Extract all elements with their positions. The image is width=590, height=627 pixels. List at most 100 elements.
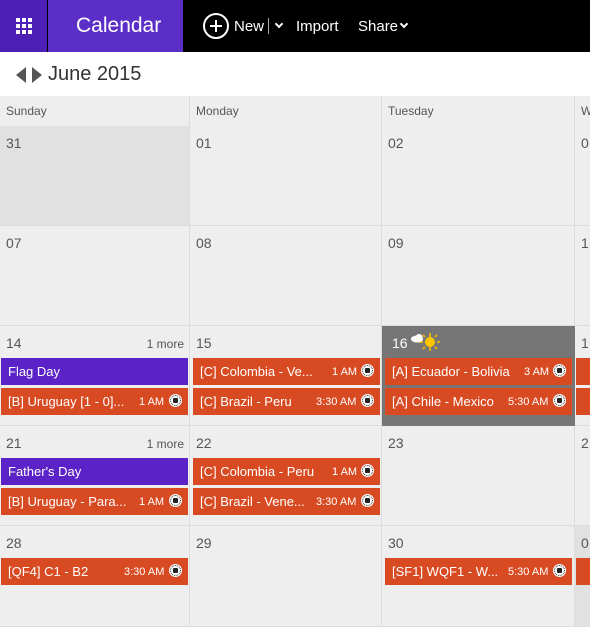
- previous-month-icon[interactable]: [16, 67, 26, 83]
- day-cell[interactable]: 07: [0, 226, 190, 326]
- soccer-ball-icon: [553, 364, 566, 377]
- day-cell[interactable]: 2: [575, 426, 590, 526]
- sun-cloud-icon: [411, 333, 440, 351]
- event-title: [C] Colombia - Peru: [200, 464, 315, 479]
- today-day-number: 16: [392, 335, 408, 351]
- app-title[interactable]: Calendar: [48, 0, 183, 52]
- soccer-ball-icon: [361, 394, 374, 407]
- chevron-down-icon: [399, 19, 409, 29]
- weekday-header-sunday: Sunday: [0, 96, 190, 126]
- day-number: 31: [6, 135, 22, 151]
- event-cut-off[interactable]: [576, 558, 590, 585]
- plus-circle-icon: [203, 13, 229, 39]
- waffle-grid-icon: [15, 18, 32, 34]
- day-number: 15: [196, 335, 212, 351]
- event-time: 1 AM: [332, 366, 358, 378]
- app-launcher-button[interactable]: [0, 0, 47, 52]
- soccer-ball-icon: [361, 494, 374, 507]
- day-number: 09: [388, 235, 404, 251]
- more-events-link[interactable]: 1 more: [147, 437, 184, 451]
- new-label: New: [234, 17, 265, 35]
- day-number: 21: [6, 435, 22, 451]
- day-number: 2: [581, 435, 589, 451]
- event-chile-mexico[interactable]: [A] Chile - Mexico 5:30 AM: [385, 388, 572, 415]
- event-time: 1 AM: [332, 466, 358, 478]
- event-time: 3:30 AM: [316, 396, 357, 408]
- event-ecuador-bolivia[interactable]: [A] Ecuador - Bolivia 3 AM: [385, 358, 572, 385]
- soccer-ball-icon: [169, 494, 182, 507]
- more-events-link[interactable]: 1 more: [147, 337, 184, 351]
- event-colombia-peru[interactable]: [C] Colombia - Peru 1 AM: [193, 458, 380, 485]
- event-title: [B] Uruguay [1 - 0]...: [8, 394, 125, 409]
- top-bar: Calendar New Import Share: [0, 0, 590, 52]
- event-title: [C] Colombia - Ve...: [200, 364, 313, 379]
- event-title: [C] Brazil - Vene...: [200, 494, 305, 509]
- event-time: 3 AM: [524, 366, 550, 378]
- month-title[interactable]: June 2015: [48, 63, 141, 86]
- day-number: 23: [388, 435, 404, 451]
- event-cut-off[interactable]: [576, 358, 590, 385]
- event-title: Father's Day: [8, 464, 82, 479]
- event-time: 3:30 AM: [316, 496, 357, 508]
- month-grid: Sunday Monday Tuesday W 31 01 02 0 07 08…: [0, 96, 590, 627]
- event-brazil-peru[interactable]: [C] Brazil - Peru 3:30 AM: [193, 388, 380, 415]
- soccer-ball-icon: [553, 564, 566, 577]
- day-cell[interactable]: 31: [0, 126, 190, 226]
- day-cell[interactable]: 29: [190, 526, 382, 627]
- day-cell[interactable]: 01: [190, 126, 382, 226]
- day-number: 02: [388, 135, 404, 151]
- event-time: 3:30 AM: [124, 566, 165, 578]
- day-cell[interactable]: 09: [382, 226, 575, 326]
- day-number: 0: [581, 535, 589, 551]
- import-label: Import: [296, 17, 339, 35]
- day-cell[interactable]: 08: [190, 226, 382, 326]
- soccer-ball-icon: [361, 464, 374, 477]
- day-cell[interactable]: 0: [575, 126, 590, 226]
- event-title: [C] Brazil - Peru: [200, 394, 292, 409]
- event-qf4[interactable]: [QF4] C1 - B2 3:30 AM: [1, 558, 188, 585]
- soccer-ball-icon: [169, 394, 182, 407]
- event-uruguay-1[interactable]: [B] Uruguay [1 - 0]... 1 AM: [1, 388, 188, 415]
- event-colombia-venezuela[interactable]: [C] Colombia - Ve... 1 AM: [193, 358, 380, 385]
- event-title: [A] Ecuador - Bolivia: [392, 364, 510, 379]
- event-time: 5:30 AM: [508, 566, 549, 578]
- new-button[interactable]: New: [203, 0, 284, 52]
- event-sf1[interactable]: [SF1] WQF1 - W... 5:30 AM: [385, 558, 572, 585]
- day-cell[interactable]: 23: [382, 426, 575, 526]
- chevron-down-icon[interactable]: [274, 19, 284, 29]
- day-number: 0: [581, 135, 589, 151]
- event-fathers-day[interactable]: Father's Day: [1, 458, 188, 485]
- event-title: [B] Uruguay - Para...: [8, 494, 127, 509]
- day-number: 01: [196, 135, 212, 151]
- event-flag-day[interactable]: Flag Day: [1, 358, 188, 385]
- day-cell[interactable]: 1: [575, 226, 590, 326]
- soccer-ball-icon: [361, 364, 374, 377]
- share-label: Share: [358, 17, 399, 35]
- event-title: [SF1] WQF1 - W...: [392, 564, 499, 579]
- day-number: 08: [196, 235, 212, 251]
- day-number: 14: [6, 335, 22, 351]
- event-title: [QF4] C1 - B2: [8, 564, 89, 579]
- event-uruguay-paraguay[interactable]: [B] Uruguay - Para... 1 AM: [1, 488, 188, 515]
- weekday-header-tuesday: Tuesday: [382, 96, 575, 126]
- divider: [268, 18, 270, 34]
- day-number: 1: [581, 235, 589, 251]
- weekday-header-wednesday: W: [575, 96, 590, 126]
- day-number: 30: [388, 535, 404, 551]
- event-cut-off[interactable]: [576, 388, 590, 415]
- event-time: 5:30 AM: [508, 396, 549, 408]
- event-time: 1 AM: [139, 496, 165, 508]
- day-number: 29: [196, 535, 212, 551]
- share-button[interactable]: Share: [358, 0, 409, 52]
- import-button[interactable]: Import: [296, 0, 339, 52]
- day-cell[interactable]: 02: [382, 126, 575, 226]
- day-number: 1: [581, 335, 589, 351]
- event-title: Flag Day: [8, 364, 61, 379]
- day-number: 22: [196, 435, 212, 451]
- weekday-header-monday: Monday: [190, 96, 382, 126]
- soccer-ball-icon: [169, 564, 182, 577]
- event-title: [A] Chile - Mexico: [392, 394, 494, 409]
- soccer-ball-icon: [553, 394, 566, 407]
- event-brazil-venezuela[interactable]: [C] Brazil - Vene... 3:30 AM: [193, 488, 380, 515]
- next-month-icon[interactable]: [32, 67, 42, 83]
